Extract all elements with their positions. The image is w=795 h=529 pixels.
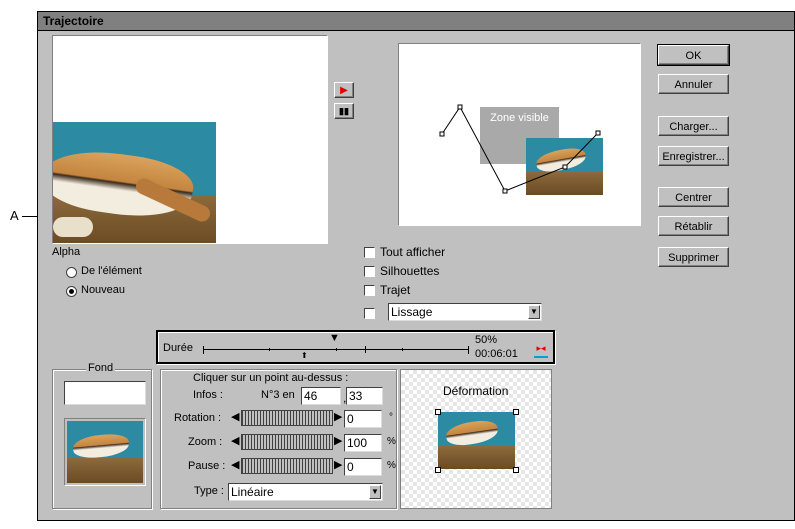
rotation-unit: ° xyxy=(389,412,393,423)
type-value: Linéaire xyxy=(231,485,274,499)
timeline-track[interactable]: ▼ ⬆ xyxy=(203,333,469,360)
point-y-input[interactable]: 33 xyxy=(346,387,383,405)
alpha-option-element-label: De l'élément xyxy=(81,265,142,277)
rotation-label: Rotation : xyxy=(174,412,222,424)
deformation-handle-bottom-left[interactable] xyxy=(435,467,441,473)
pause-icon: ▮▮ xyxy=(339,106,349,116)
trajectory-path xyxy=(439,104,601,194)
deformation-panel[interactable]: Déformation xyxy=(400,369,552,509)
point-heading: Cliquer sur un point au-dessus : xyxy=(193,372,349,384)
pause-label: Pause : xyxy=(188,460,226,472)
deformation-handle-top-left[interactable] xyxy=(435,409,441,415)
type-select[interactable]: Linéaire ▼ xyxy=(228,483,383,501)
path-preview[interactable]: Zone visible xyxy=(398,43,641,226)
slider-left-arrow-icon[interactable]: ◀ xyxy=(231,434,239,447)
slider-left-arrow-icon[interactable]: ◀ xyxy=(231,458,239,471)
smoothing-select[interactable]: Lissage ▼ xyxy=(388,303,542,321)
radio-icon xyxy=(66,267,77,278)
timeline-time: 00:06:01 xyxy=(475,348,518,360)
type-label: Type : xyxy=(194,485,224,497)
zoom-unit: % xyxy=(387,436,396,447)
silhouettes-label: Silhouettes xyxy=(380,264,440,278)
background-field[interactable] xyxy=(64,381,146,405)
ok-button[interactable]: OK xyxy=(657,44,730,66)
timeline-percent: 50% xyxy=(475,334,498,346)
slider-left-arrow-icon[interactable]: ◀ xyxy=(231,410,239,423)
window-title: Trajectoire xyxy=(43,14,104,28)
point-x-input[interactable]: 46 xyxy=(301,387,341,405)
deformation-handle-bottom-right[interactable] xyxy=(513,467,519,473)
slider-right-arrow-icon[interactable]: ▶ xyxy=(334,410,342,423)
checkbox-box xyxy=(364,247,375,258)
chevron-down-icon[interactable]: ▼ xyxy=(369,485,381,499)
checkbox-box xyxy=(364,285,375,296)
timeline-panel: Durée ▼ ⬆ 50% 00:06:01 ▸◂ xyxy=(156,330,555,364)
background-antelope-image xyxy=(67,421,143,483)
infos-label: Infos : xyxy=(193,389,223,401)
play-icon: ▶ xyxy=(340,85,348,96)
callout-a: A xyxy=(10,208,19,223)
trajectoire-dialog: Trajectoire ▶ ▮▮ Zone visible OK Annuler… xyxy=(37,11,795,521)
path-label: Trajet xyxy=(380,283,411,297)
slider-right-arrow-icon[interactable]: ▶ xyxy=(334,434,342,447)
checkbox-box xyxy=(364,266,375,277)
deformation-handle-top-right[interactable] xyxy=(513,409,519,415)
zoom-input[interactable]: 100 xyxy=(344,434,382,452)
play-button[interactable]: ▶ xyxy=(334,82,354,98)
reset-button[interactable]: Rétablir xyxy=(658,216,729,236)
chevron-down-icon[interactable]: ▼ xyxy=(528,305,540,319)
point-number-label: N°3 en xyxy=(261,389,295,401)
alpha-option-new-label: Nouveau xyxy=(81,284,126,296)
center-button[interactable]: Centrer xyxy=(658,187,729,207)
show-all-label: Tout afficher xyxy=(380,245,446,259)
delete-button[interactable]: Supprimer xyxy=(658,247,729,267)
load-button[interactable]: Charger... xyxy=(658,116,729,136)
background-thumbnail[interactable] xyxy=(64,418,146,486)
smoothing-checkbox[interactable] xyxy=(364,308,375,319)
cancel-button[interactable]: Annuler xyxy=(658,74,729,94)
background-group: Fond xyxy=(52,362,152,509)
antelope-image xyxy=(53,122,216,243)
element-preview xyxy=(52,35,328,244)
timeline-marker-icon[interactable]: ▼ xyxy=(329,333,340,344)
smoothing-value: Lissage xyxy=(391,305,433,319)
deformation-antelope-image xyxy=(438,412,515,469)
rotation-input[interactable]: 0 xyxy=(344,410,382,428)
zoom-label: Zoom : xyxy=(188,436,223,448)
deformation-label: Déformation xyxy=(443,384,509,398)
timeline-loop-icon[interactable]: ▸◂ xyxy=(534,344,548,358)
alpha-label: Alpha xyxy=(52,246,81,258)
point-settings-group: Cliquer sur un point au-dessus : Infos :… xyxy=(160,369,397,509)
timeline-cursor-icon[interactable]: ⬆ xyxy=(301,352,308,360)
pause-input[interactable]: 0 xyxy=(344,458,382,476)
title-bar: Trajectoire xyxy=(38,12,794,31)
background-label: Fond xyxy=(86,362,116,374)
pause-button[interactable]: ▮▮ xyxy=(334,103,354,119)
pause-unit: % xyxy=(387,460,396,471)
radio-selected-icon xyxy=(66,286,77,297)
save-button[interactable]: Enregistrer... xyxy=(658,146,729,166)
timeline-label: Durée xyxy=(163,342,193,354)
slider-right-arrow-icon[interactable]: ▶ xyxy=(334,458,342,471)
